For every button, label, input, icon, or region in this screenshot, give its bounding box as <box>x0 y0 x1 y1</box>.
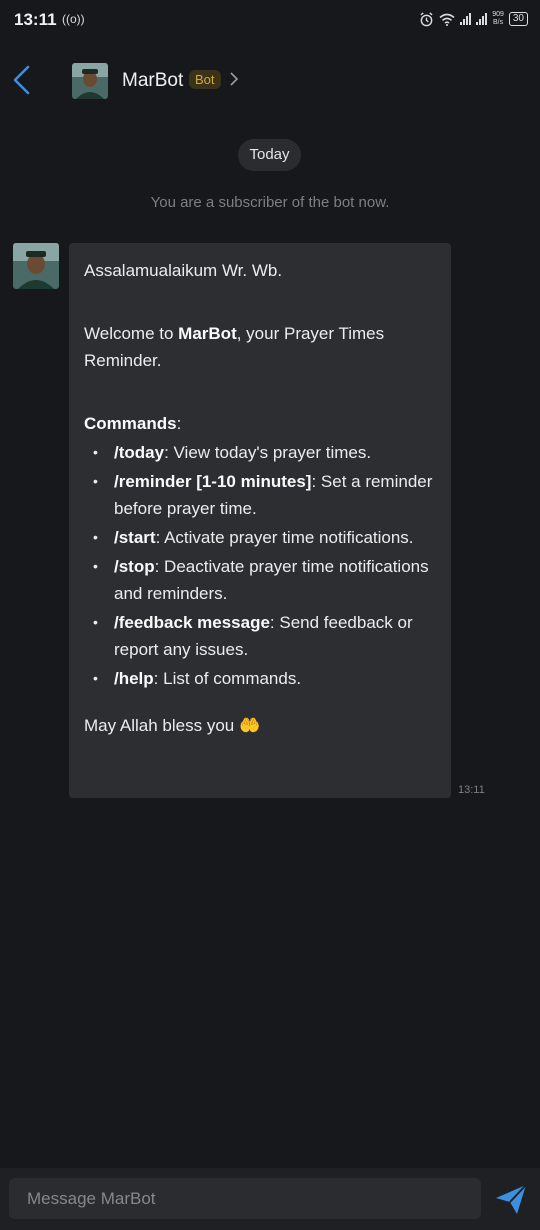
command-item: /today: View today's prayer times. <box>93 439 436 466</box>
chevron-right-icon[interactable] <box>229 70 239 88</box>
message-timestamp: 13:11 <box>458 784 485 796</box>
chat-title[interactable]: MarBot <box>122 70 183 92</box>
command-link[interactable]: /today <box>114 443 164 462</box>
status-time: 13:11 <box>14 10 57 29</box>
message-welcome: Welcome to MarBot, your Prayer Times Rem… <box>84 324 385 370</box>
message-closing: May Allah bless you 🤲 <box>84 716 261 735</box>
signal-icon <box>460 13 472 25</box>
date-chip: Today <box>238 139 301 171</box>
back-arrow-icon[interactable] <box>10 64 34 96</box>
hotspot-icon: ((o)) <box>62 12 85 26</box>
message-bubble[interactable]: Assalamualaikum Wr. Wb. Welcome to MarBo… <box>69 243 451 798</box>
signal-icon-2 <box>476 13 488 25</box>
system-message: You are a subscriber of the bot now. <box>150 194 390 211</box>
avatar[interactable] <box>72 63 108 99</box>
wifi-icon <box>439 13 455 26</box>
message-greeting: Assalamualaikum Wr. Wb. <box>84 261 283 280</box>
alarm-icon <box>420 11 433 26</box>
chat-header: MarBot Bot <box>0 50 540 112</box>
status-bar: 13:11 ((o)) 909 B/s 30 <box>0 0 540 40</box>
bot-badge: Bot <box>189 70 221 89</box>
message-avatar[interactable] <box>13 243 59 289</box>
command-item: /feedback message: Send feedback or repo… <box>93 609 436 663</box>
battery-indicator: 30 <box>508 12 528 26</box>
commands-heading: Commands: <box>84 414 182 433</box>
composer-bar: Message MarBot <box>0 1168 540 1230</box>
send-icon[interactable] <box>493 1181 529 1217</box>
status-icons: 909 B/s 30 <box>419 11 528 27</box>
command-item: /help: List of commands. <box>93 665 436 692</box>
command-item: /reminder [1-10 minutes]: Set a reminder… <box>93 468 436 522</box>
command-link[interactable]: /stop <box>114 557 155 576</box>
command-item: /start: Activate prayer time notificatio… <box>93 524 436 551</box>
command-link[interactable]: /reminder [1-10 minutes] <box>114 472 311 491</box>
net-speed: 909 B/s <box>492 11 504 26</box>
command-item: /stop: Deactivate prayer time notificati… <box>93 553 436 607</box>
command-link[interactable]: /feedback message <box>114 613 270 632</box>
command-link[interactable]: /help <box>114 669 154 688</box>
command-link[interactable]: /start <box>114 528 156 547</box>
message-input[interactable]: Message MarBot <box>9 1178 481 1219</box>
commands-list: /today: View today's prayer times. /remi… <box>84 439 436 692</box>
